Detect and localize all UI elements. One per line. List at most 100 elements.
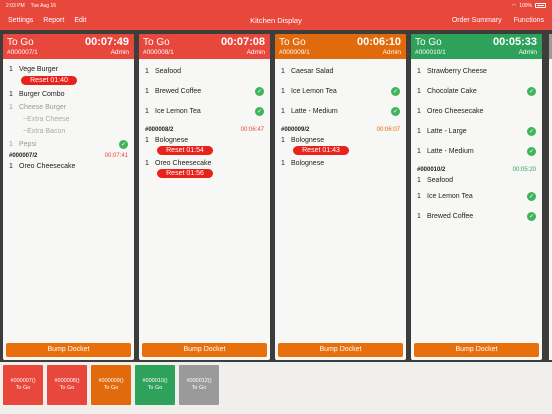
check-icon: ✓	[527, 126, 536, 136]
chip-label: To Go	[103, 385, 119, 391]
docket-number: #000010/1	[415, 49, 446, 56]
docket-card[interactable]: To Go 00:07:49 #000007/1 Admin 1 Vege Bu…	[3, 34, 134, 360]
status-bar: 2:03 PM Tue Aug 16 ◠ 100%	[0, 0, 552, 11]
order-type: To Go	[143, 37, 170, 48]
chip-number: #000007()	[10, 378, 36, 384]
reset-timer-button[interactable]: Reset 01:40	[21, 76, 77, 85]
tray-docket-chip[interactable]: #000007() To Go	[3, 365, 43, 405]
item-name: Ice Lemon Tea	[291, 87, 337, 95]
item-qty: 1	[417, 192, 421, 200]
docket-header: To Go 00:06:10 #000009/1 Admin	[275, 34, 406, 59]
item-qty: 1	[281, 136, 285, 144]
item-qty: 1	[417, 107, 421, 115]
list-item[interactable]: 1 Oreo Cheesecake	[9, 160, 128, 172]
reset-timer-button[interactable]: Reset 01:56	[157, 169, 213, 178]
item-qty: 1	[145, 87, 149, 95]
docket-card[interactable]: To Go 00:07:08 #000008/1 Admin 1 Seafood…	[139, 34, 270, 360]
tray-docket-chip[interactable]: #000010() To Go	[135, 365, 175, 405]
docket-card[interactable]: To Go 00:05:33 #000010/1 Admin 1 Strawbe…	[411, 34, 542, 360]
list-item[interactable]: 1 Caesar Salad	[281, 61, 400, 81]
list-item[interactable]: 1 Bolognese	[145, 134, 264, 146]
tray-docket-chip[interactable]: #000009() To Go	[91, 365, 131, 405]
reset-timer-button[interactable]: Reset 01:54	[157, 146, 213, 155]
item-qty: 1	[417, 127, 421, 135]
docket-number: #000009/1	[279, 49, 310, 56]
order-type: To Go	[7, 37, 34, 48]
list-item[interactable]: 1 Seafood	[417, 174, 536, 186]
item-name: Oreo Cheesecake	[155, 159, 212, 167]
list-item[interactable]: 1 Ice Lemon Tea ✓	[417, 186, 536, 206]
item-modifier: ~Extra Bacon	[23, 127, 66, 135]
list-item[interactable]: 1 Ice Lemon Tea ✓	[281, 81, 400, 101]
item-name: Caesar Salad	[291, 67, 334, 75]
reset-timer-button[interactable]: Reset 01:43	[293, 146, 349, 155]
bump-docket-button[interactable]: Bump Docket	[278, 343, 403, 357]
item-qty: 1	[9, 162, 13, 170]
list-item[interactable]: 1 Latte - Large ✓	[417, 121, 536, 141]
check-icon: ✓	[527, 86, 536, 96]
sub-docket-time: 00:06:07	[376, 126, 400, 133]
tray-docket-chip[interactable]: #000008() To Go	[47, 365, 87, 405]
edit-button[interactable]: Edit	[74, 17, 86, 24]
docket-header: To Go 00:05:33 #000010/1 Admin	[411, 34, 542, 59]
staff-name: Admin	[246, 49, 265, 56]
bump-docket-button[interactable]: Bump Docket	[142, 343, 267, 357]
docket-header: To Go 00:07:08 #000008/1 Admin	[139, 34, 270, 59]
item-qty: 1	[145, 67, 149, 75]
list-item[interactable]: 1 Chocolate Cake ✓	[417, 81, 536, 101]
item-qty: 1	[9, 140, 13, 148]
item-name: Oreo Cheesecake	[19, 162, 76, 170]
staff-name: Admin	[382, 49, 401, 56]
list-item[interactable]: 1 Pepsi ✓	[9, 137, 128, 151]
item-qty: 1	[281, 159, 285, 167]
report-button[interactable]: Report	[43, 17, 64, 24]
settings-button[interactable]: Settings	[8, 17, 33, 24]
docket-tray: #000007() To Go #000008() To Go #000009(…	[0, 362, 552, 414]
tray-docket-chip[interactable]: #000012() To Go	[179, 365, 219, 405]
list-item[interactable]: 1 Latte - Medium ✓	[281, 101, 400, 121]
sub-docket-header: #000007/2 00:07:41	[9, 151, 128, 160]
list-item[interactable]: 1 Brewed Coffee ✓	[417, 206, 536, 226]
list-item[interactable]: 1 Brewed Coffee ✓	[145, 81, 264, 101]
status-date: Tue Aug 16	[30, 2, 57, 9]
item-qty: 1	[9, 103, 13, 111]
chip-label: To Go	[59, 385, 75, 391]
list-item[interactable]: 1 Ice Lemon Tea ✓	[145, 101, 264, 121]
nav-bar: Settings Report Edit Kitchen Display Ord…	[0, 11, 552, 30]
docket-card[interactable]: To Go 00:06:10 #000009/1 Admin 1 Caesar …	[275, 34, 406, 360]
list-item[interactable]: 1 Bolognese	[281, 134, 400, 146]
item-name: Oreo Cheesecake	[427, 107, 484, 115]
item-qty: 1	[281, 87, 285, 95]
docket-timer: 00:06:10	[356, 36, 401, 48]
bump-docket-button[interactable]: Bump Docket	[6, 343, 131, 357]
list-item[interactable]: 1 Bolognese	[281, 157, 400, 169]
list-item[interactable]: 1 Cheese Burger	[9, 101, 128, 113]
docket-number: #000008/1	[143, 49, 174, 56]
docket-board: To Go 00:07:49 #000007/1 Admin 1 Vege Bu…	[0, 30, 552, 362]
bump-docket-button[interactable]: Bump Docket	[414, 343, 539, 357]
chip-label: To Go	[15, 385, 31, 391]
sub-docket-time: 00:05:20	[512, 166, 536, 173]
list-item[interactable]: 1 Oreo Cheesecake	[417, 101, 536, 121]
list-item[interactable]: 1 Seafood	[145, 61, 264, 81]
item-name: Strawberry Cheese	[427, 67, 487, 75]
list-item[interactable]: 1 Latte - Medium ✓	[417, 141, 536, 161]
order-summary-button[interactable]: Order Summary	[452, 17, 502, 24]
docket-timer: 00:07:08	[220, 36, 265, 48]
functions-button[interactable]: Functions	[514, 17, 544, 24]
sub-docket-number: #000007/2	[9, 152, 38, 159]
item-name: Bolognese	[291, 136, 325, 144]
list-item[interactable]: 1 Oreo Cheesecake	[145, 157, 264, 169]
item-name: Brewed Coffee	[427, 212, 474, 220]
item-qty: 1	[281, 67, 285, 75]
list-item[interactable]: 1 Vege Burger	[9, 63, 128, 76]
item-name: Brewed Coffee	[155, 87, 202, 95]
list-item[interactable]: 1 Strawberry Cheese	[417, 61, 536, 81]
item-name: Seafood	[427, 176, 454, 184]
sub-docket-time: 00:06:47	[240, 126, 264, 133]
item-qty: 1	[145, 136, 149, 144]
list-item[interactable]: 1 Burger Combo	[9, 87, 128, 101]
docket-number: #000007/1	[7, 49, 38, 56]
item-qty: 1	[417, 87, 421, 95]
sub-docket-time: 00:07:41	[104, 152, 128, 159]
